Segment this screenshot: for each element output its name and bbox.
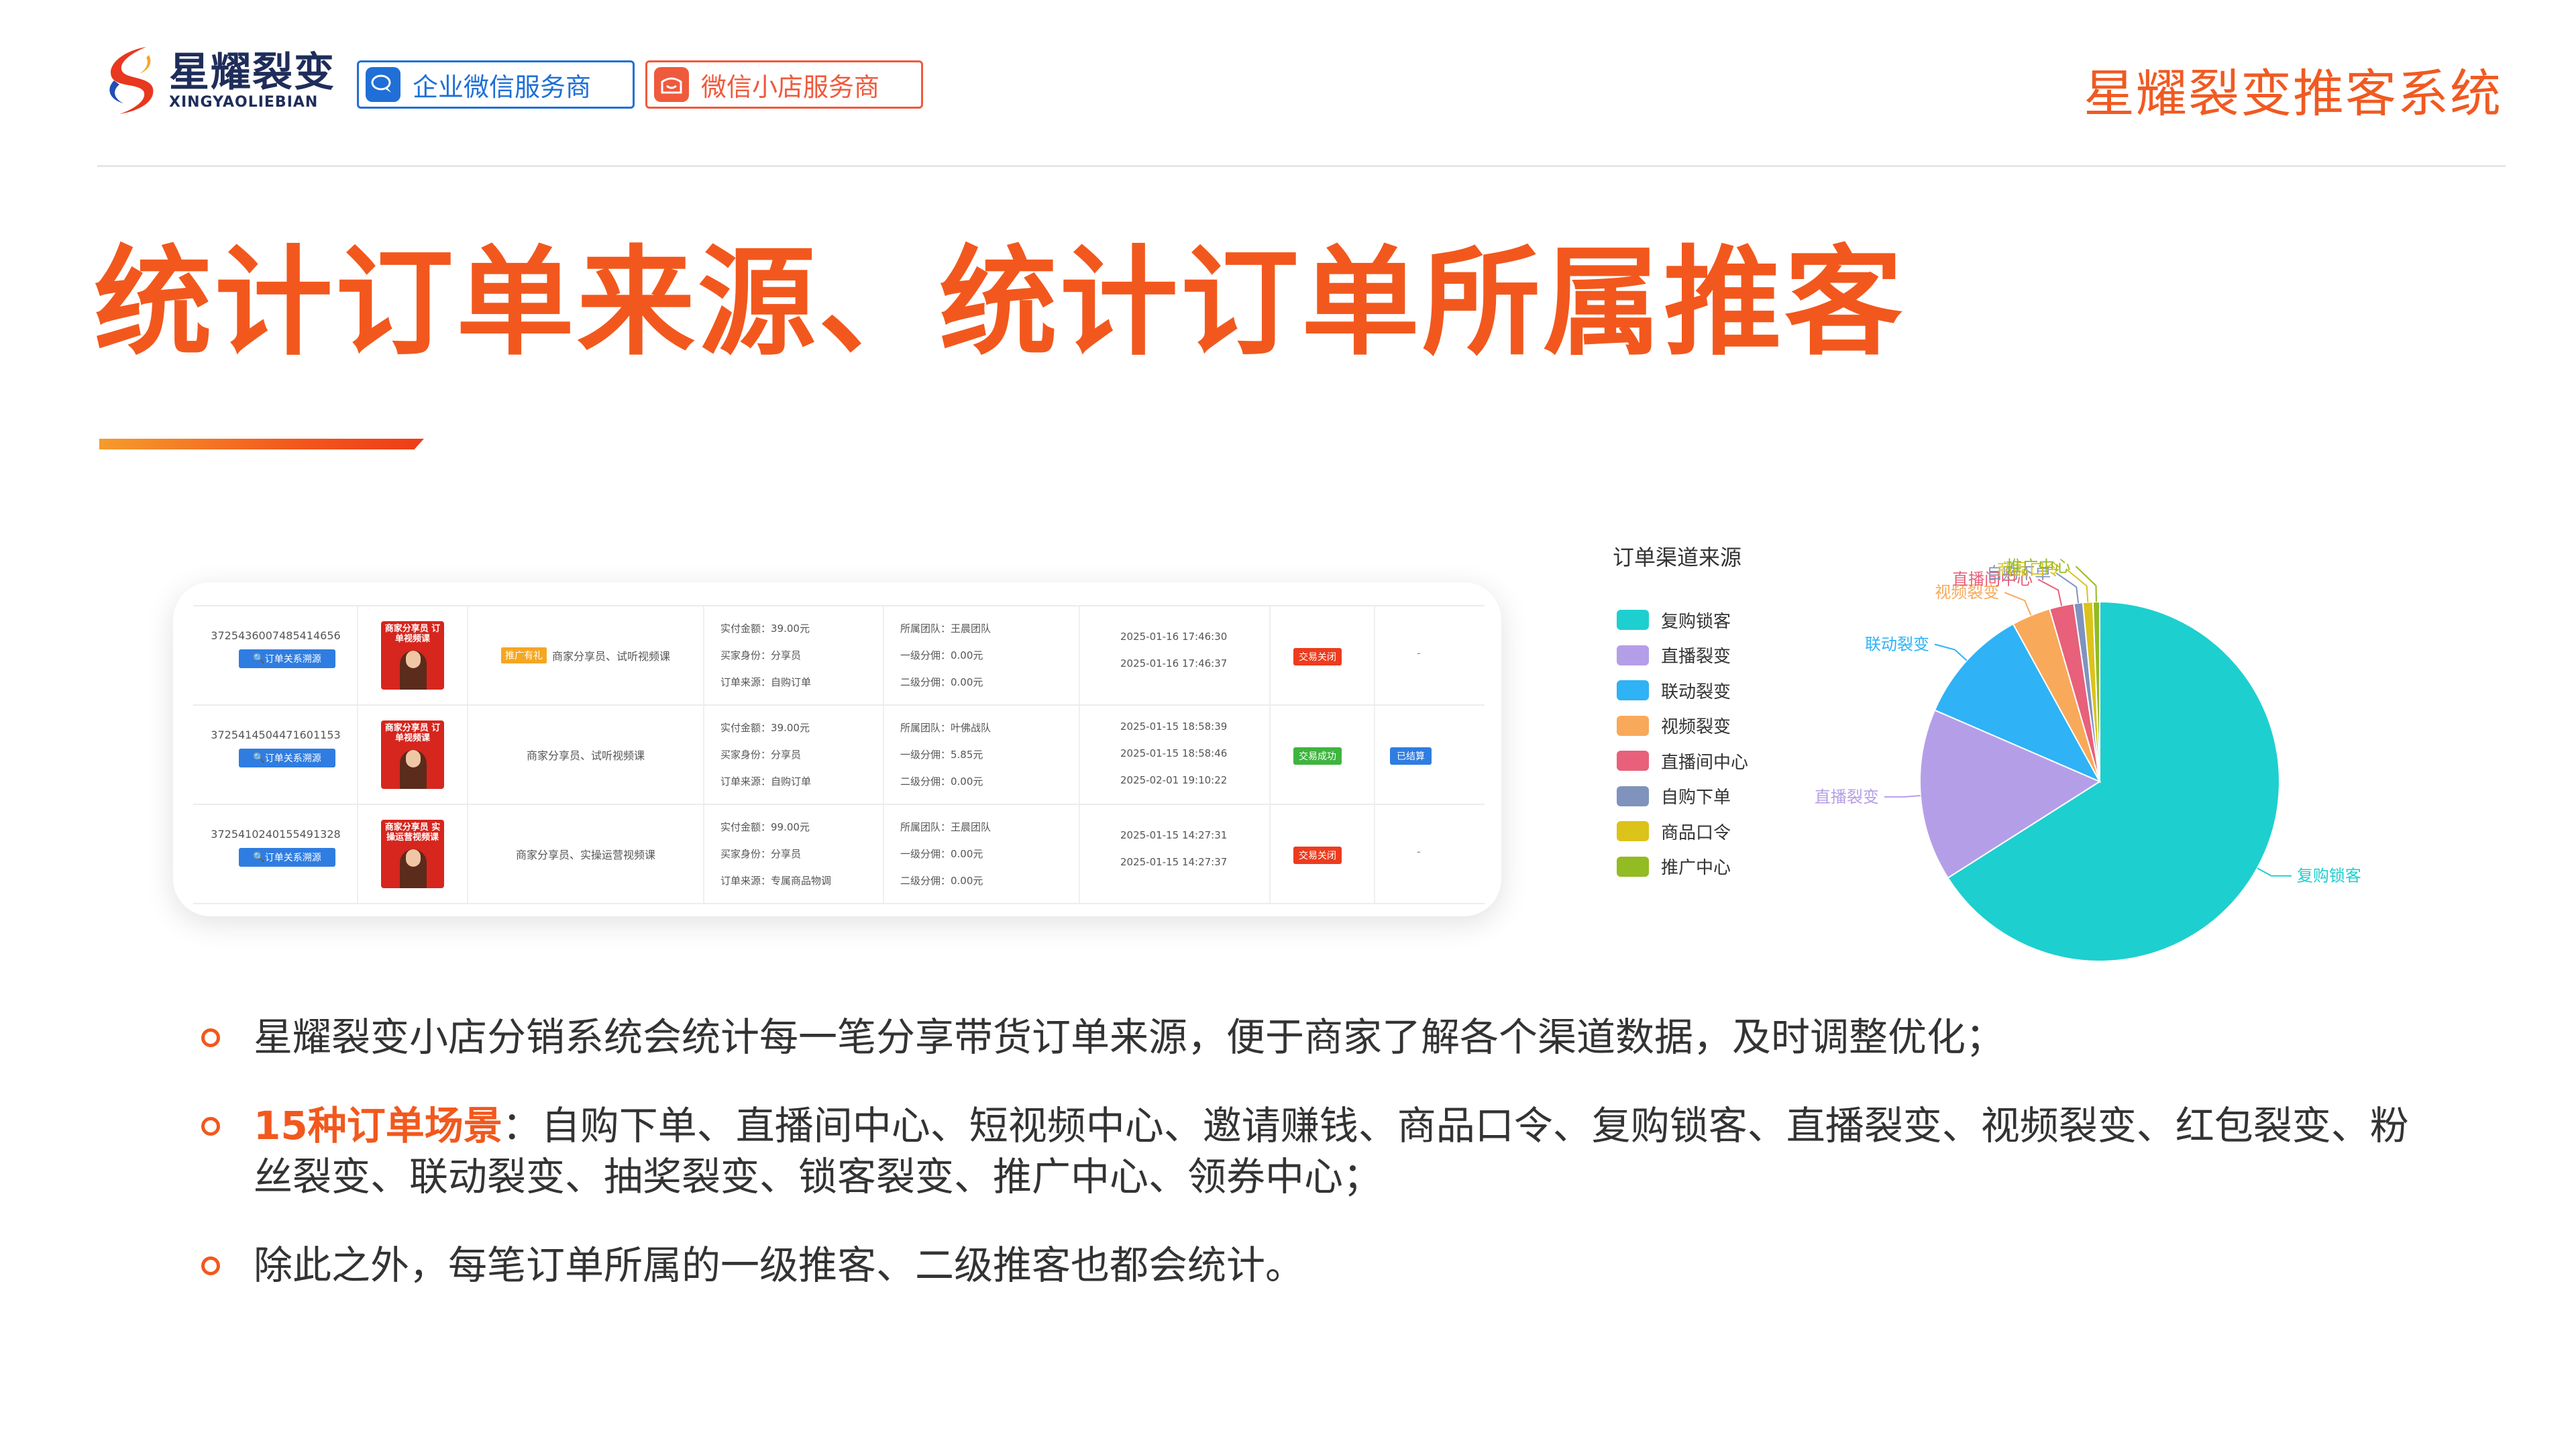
bullet-text: 除此之外，每笔订单所属的一级推客、二级推客也都会统计。	[254, 1242, 1305, 1288]
list-item: 星耀裂变小店分销系统会统计每一笔分享带货订单来源，便于商家了解各个渠道数据，及时…	[201, 1012, 2415, 1063]
bullet-circle-icon	[201, 1117, 220, 1136]
pie-leader-line	[2037, 578, 2063, 606]
bullet-highlight: 15种订单场景	[254, 1103, 502, 1148]
pie-leader-line	[2075, 566, 2097, 602]
bullet-circle-icon	[201, 1028, 220, 1047]
pie-leader-line	[2004, 592, 2032, 616]
pie-leader-line	[2257, 867, 2292, 877]
bullet-circle-icon	[201, 1256, 220, 1275]
pie-leader-line	[1884, 795, 1921, 798]
bullet-text: ：自购下单、直播间中心、短视频中心、邀请赚钱、商品口令、复购锁客、直播裂变、视频…	[254, 1103, 2409, 1199]
pie-leader-line	[1934, 643, 1968, 661]
bullet-text: 星耀裂变小店分销系统会统计每一笔分享带货订单来源，便于商家了解各个渠道数据，及时…	[254, 1014, 2005, 1060]
pie-data-label: 推广中心	[2006, 557, 2070, 576]
pie-data-label: 直播裂变	[1815, 788, 1879, 806]
list-item: 15种订单场景：自购下单、直播间中心、短视频中心、邀请赚钱、商品口令、复购锁客、…	[201, 1100, 2415, 1202]
pie-data-label: 复购锁客	[2297, 867, 2361, 885]
description-list: 星耀裂变小店分销系统会统计每一笔分享带货订单来源，便于商家了解各个渠道数据，及时…	[201, 1012, 2415, 1328]
pie-data-label: 联动裂变	[1865, 635, 1929, 653]
list-item: 除此之外，每笔订单所属的一级推客、二级推客也都会统计。	[201, 1240, 2415, 1291]
